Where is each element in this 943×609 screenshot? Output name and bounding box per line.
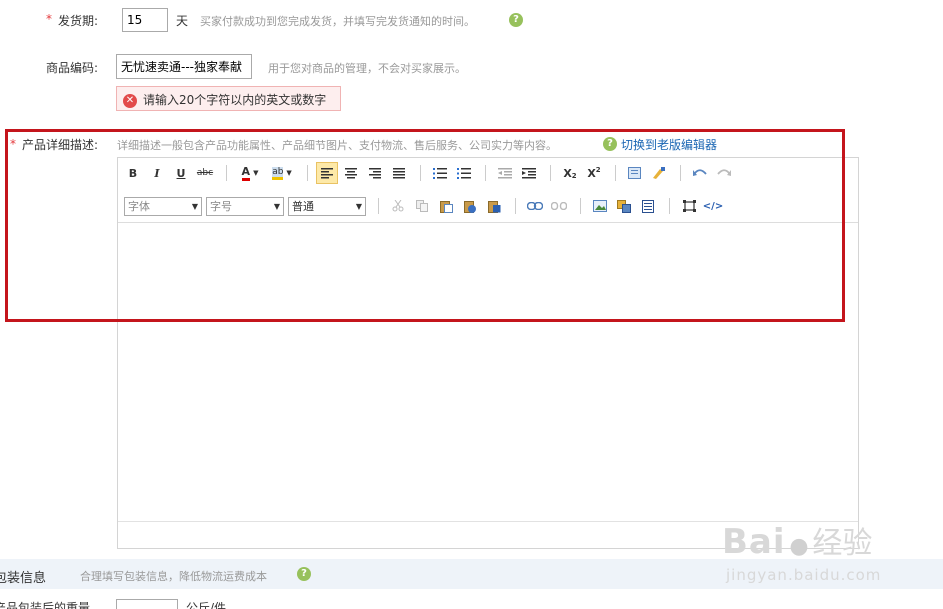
product-code-label: 商品编码: (46, 61, 99, 75)
help-icon[interactable]: ? (297, 567, 311, 581)
watermark-brand-b: 经验 (812, 526, 873, 561)
watermark: Bai ● 经验 (722, 518, 872, 562)
error-text: 请输入20个字符以内的英文或数字 (143, 93, 327, 107)
weight-input[interactable] (116, 599, 178, 609)
packaging-hint: 合理填写包装信息，降低物流运费成本 (80, 570, 267, 583)
error-message: ✕ 请输入20个字符以内的英文或数字 (116, 86, 341, 111)
weight-row: 产品包装后的重量 公斤/件 (0, 598, 943, 609)
required-mark: * (46, 12, 52, 26)
product-code-input[interactable] (116, 54, 252, 79)
error-icon: ✕ (123, 93, 137, 108)
help-icon[interactable]: ? (509, 13, 523, 27)
highlight-annotation (5, 129, 845, 322)
delivery-unit: 天 (176, 14, 189, 28)
packaging-label: 包装信息 (0, 571, 47, 586)
watermark-url: jingyan.baidu.com (726, 566, 882, 584)
watermark-brand: Bai (722, 522, 786, 562)
product-code-hint: 用于您对商品的管理，不会对买家展示。 (268, 62, 466, 75)
delivery-days-input[interactable] (122, 8, 168, 32)
delivery-hint: 买家付款成功到您完成发货，并填写完发货通知的时间。 (200, 15, 475, 28)
paw-icon: ● (789, 534, 809, 559)
weight-unit: 公斤/件 (186, 601, 227, 609)
delivery-label: 发货期: (58, 14, 99, 28)
weight-label: 产品包装后的重量 (0, 601, 91, 609)
